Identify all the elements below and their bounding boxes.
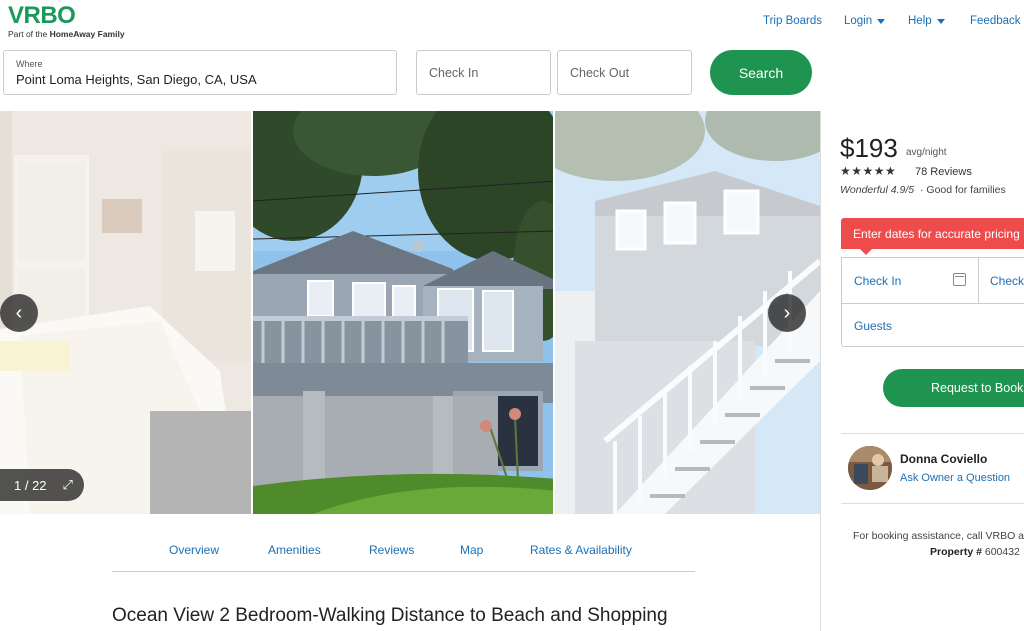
- tab-reviews[interactable]: Reviews: [369, 543, 414, 557]
- property-number: Property # 600432: [930, 546, 1020, 558]
- rating-text: Wonderful 4.9/5: [840, 184, 915, 196]
- check-in-field[interactable]: Check In: [416, 50, 551, 95]
- divider: [842, 303, 1024, 304]
- chevron-down-icon: [877, 18, 886, 24]
- chevron-left-icon: ‹: [15, 301, 23, 324]
- booking-form: Check In Check Guests: [841, 257, 1024, 347]
- divider: [841, 433, 1024, 434]
- property-number-value: 600432: [984, 546, 1020, 558]
- price-unit: avg/night: [906, 147, 947, 158]
- check-out-placeholder: Check Out: [570, 66, 630, 80]
- login-menu[interactable]: Login: [844, 15, 887, 27]
- property-label: Property #: [930, 546, 982, 558]
- ask-owner-link[interactable]: Ask Owner a Question: [900, 472, 1010, 484]
- logo-sub-prefix: Part of the: [8, 29, 50, 39]
- help-menu[interactable]: Help: [908, 15, 948, 27]
- price: $193: [840, 133, 898, 163]
- next-photo-button[interactable]: ›: [768, 294, 806, 332]
- owner-photo: [848, 446, 892, 490]
- sidebar-check-out[interactable]: Check: [990, 274, 1024, 288]
- where-field[interactable]: Where Point Loma Heights, San Diego, CA,…: [3, 50, 397, 95]
- feedback-link[interactable]: Feedback: [970, 15, 1021, 27]
- calendar-icon[interactable]: [953, 273, 966, 286]
- chevron-down-icon: [936, 18, 945, 24]
- booking-assistance-text: For booking assistance, call VRBO at: [853, 530, 1024, 542]
- listing-title: Ocean View 2 Bedroom-Walking Distance to…: [112, 605, 668, 626]
- login-label: Login: [844, 15, 873, 27]
- trip-boards-link[interactable]: Trip Boards: [763, 15, 823, 27]
- reviews-count[interactable]: 78 Reviews: [915, 166, 972, 178]
- rating-extra: · Good for families: [919, 184, 1006, 196]
- tab-rates-availability[interactable]: Rates & Availability: [530, 543, 632, 557]
- owner-name: Donna Coviello: [900, 452, 988, 466]
- logo-text: VRBO: [8, 2, 76, 29]
- photo-gallery: ‹ › 1 / 22 ⤢: [0, 111, 820, 514]
- logo-sub-brand: HomeAway Family: [49, 29, 125, 39]
- feedback-label: Feedback: [970, 15, 1021, 27]
- expand-icon[interactable]: ⤢: [63, 477, 73, 493]
- photo-counter[interactable]: 1 / 22 ⤢: [0, 469, 84, 501]
- tab-overview[interactable]: Overview: [169, 543, 219, 557]
- listing-tabs: Overview Amenities Reviews Map Rates & A…: [112, 528, 695, 572]
- logo-subtitle: Part of the HomeAway Family: [8, 29, 125, 39]
- booking-sidebar: $193 avg/night ★★★★★ 78 Reviews Wonderfu…: [820, 111, 1024, 631]
- chevron-right-icon: ›: [783, 301, 791, 324]
- help-label: Help: [908, 15, 932, 27]
- prev-photo-button[interactable]: ‹: [0, 294, 38, 332]
- where-label: Where: [16, 59, 43, 69]
- tab-amenities[interactable]: Amenities: [268, 543, 321, 557]
- sidebar-check-in[interactable]: Check In: [854, 274, 901, 288]
- search-button[interactable]: Search: [710, 50, 812, 95]
- photo-counter-text: 1 / 22: [14, 477, 47, 493]
- divider: [978, 258, 979, 303]
- house-image: [253, 111, 553, 514]
- check-in-placeholder: Check In: [429, 66, 479, 80]
- trip-boards-label: Trip Boards: [763, 15, 823, 27]
- divider: [841, 503, 1024, 504]
- where-input[interactable]: Point Loma Heights, San Diego, CA, USA: [16, 72, 257, 87]
- rating-summary: Wonderful 4.9/5 · Good for families: [840, 184, 1006, 196]
- avatar[interactable]: [848, 446, 892, 490]
- guests-selector[interactable]: Guests: [854, 319, 892, 333]
- photo-house[interactable]: [251, 111, 555, 514]
- banner-pointer: [859, 248, 873, 255]
- pricing-alert-banner: Enter dates for accurate pricing: [841, 218, 1024, 249]
- vrbo-logo[interactable]: VRBO Part of the HomeAway Family: [8, 2, 125, 40]
- check-out-field[interactable]: Check Out: [557, 50, 692, 95]
- star-rating-icon: ★★★★★: [840, 164, 897, 178]
- tab-map[interactable]: Map: [460, 543, 483, 557]
- request-to-book-button[interactable]: Request to Book: [883, 369, 1024, 407]
